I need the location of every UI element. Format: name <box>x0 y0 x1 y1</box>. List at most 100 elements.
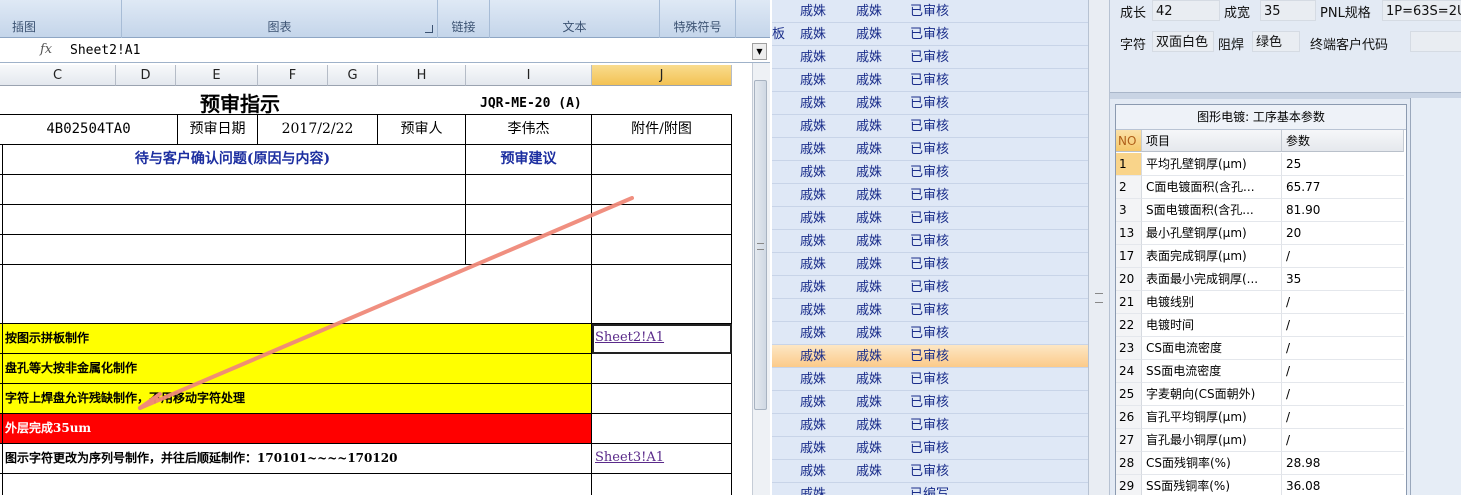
table-row[interactable]: 13 最小孔壁铜厚(μm) 20 <box>1116 222 1404 245</box>
zifu-field[interactable]: 双面白色 <box>1152 31 1214 52</box>
list-item[interactable]: 戚姝 戚姝 已审核 <box>772 207 1088 230</box>
list-item[interactable]: 戚姝 戚姝 已审核 <box>772 92 1088 115</box>
side-area <box>1410 98 1461 495</box>
list-cell: 戚姝 <box>856 372 883 387</box>
annotation-arrow[interactable] <box>0 86 752 495</box>
list-cell: 戚姝 <box>800 96 827 111</box>
list-cell: 戚姝 <box>856 303 883 318</box>
table-cell-no: 13 <box>1116 222 1142 245</box>
sheet-grid[interactable]: 预审指示 JQR-ME-20 (A) 4B02504TA0 预审日期 2017/… <box>0 86 752 495</box>
table-cell-no: 2 <box>1116 176 1142 199</box>
cheng-kuan-field[interactable]: 35 <box>1260 0 1316 21</box>
table-row[interactable]: 2 C面电镀面积(含孔... 65.77 <box>1116 176 1404 199</box>
table-cell-value: / <box>1282 360 1404 383</box>
list-cell: 戚姝 <box>800 372 827 387</box>
list-item[interactable]: 戚姝 戚姝 已审核 <box>772 345 1088 368</box>
cheng-chang-field[interactable]: 42 <box>1152 0 1220 21</box>
list-item[interactable]: 戚姝 戚姝 已审核 <box>772 437 1088 460</box>
table-cell-item: CS面电流密度 <box>1142 337 1282 360</box>
column-header-e[interactable]: E <box>176 65 258 86</box>
column-header-h[interactable]: H <box>378 65 466 86</box>
column-header-d[interactable]: D <box>116 65 176 86</box>
table-row[interactable]: 29 SS面残铜率(%) 36.08 <box>1116 475 1404 495</box>
list-item[interactable]: 戚姝 戚姝 已审核 <box>772 322 1088 345</box>
pnl-label: PNL规格 <box>1320 6 1371 21</box>
column-header-i[interactable]: I <box>466 65 592 86</box>
list-item[interactable]: 戚姝 戚姝 已审核 <box>772 184 1088 207</box>
formula-bar: fx Sheet2!A1 ▼ <box>0 40 770 63</box>
chevron-down-icon[interactable]: ▼ <box>752 43 767 60</box>
customer-code-field[interactable] <box>1410 31 1461 52</box>
list-cell: 已审核 <box>910 441 950 456</box>
list-item[interactable]: 戚姝 戚姝 已审核 <box>772 69 1088 92</box>
column-header-g[interactable]: G <box>328 65 378 86</box>
col-header-item[interactable]: 项目 <box>1142 130 1282 152</box>
table-row[interactable]: 25 字麦朝向(CS面朝外) / <box>1116 383 1404 406</box>
col-header-no[interactable]: NO <box>1116 130 1142 152</box>
table-row[interactable]: 1 平均孔壁铜厚(μm) 25 <box>1116 153 1404 176</box>
table-row[interactable]: 26 盲孔平均铜厚(μm) / <box>1116 406 1404 429</box>
ribbon-group-charts[interactable]: 图表 <box>122 0 438 38</box>
table-cell-no: 25 <box>1116 383 1142 406</box>
list-cell: 戚姝 <box>800 418 827 433</box>
table-row[interactable]: 22 电镀时间 / <box>1116 314 1404 337</box>
ribbon-group-symbols[interactable]: 特殊符号 <box>660 0 736 38</box>
list-cell: 戚姝 <box>800 234 827 249</box>
ribbon-group-links[interactable]: 链接 <box>438 0 490 38</box>
list-item[interactable]: 戚姝 戚姝 已审核 <box>772 368 1088 391</box>
table-cell-value: 35 <box>1282 268 1404 291</box>
list-item[interactable]: 戚姝 已编写 <box>772 483 1088 495</box>
list-item[interactable]: 戚姝 戚姝 已审核 <box>772 161 1088 184</box>
list-item[interactable]: 戚姝 戚姝 已审核 <box>772 23 1088 46</box>
table-cell-item: 表面最小完成铜厚(... <box>1142 268 1282 291</box>
list-item[interactable]: 戚姝 戚姝 已审核 <box>772 46 1088 69</box>
zuhan-label: 阻焊 <box>1218 38 1245 53</box>
list-cell: 已审核 <box>910 395 950 410</box>
params-table: 图形电镀: 工序基本参数 NO 项目 参数 1 平均孔壁铜厚(μm) 25 2 C面电镀… <box>1115 104 1407 495</box>
list-cell: 已编写 <box>910 487 950 495</box>
table-row[interactable]: 21 电镀线别 / <box>1116 291 1404 314</box>
pnl-field[interactable]: 1P=63S=2U <box>1382 0 1461 21</box>
list-item[interactable]: 戚姝 戚姝 已审核 <box>772 115 1088 138</box>
list-cell: 戚姝 <box>800 165 827 180</box>
list-item[interactable]: 戚姝 戚姝 已审核 <box>772 230 1088 253</box>
list-cell: 戚姝 <box>856 211 883 226</box>
table-row[interactable]: 23 CS面电流密度 / <box>1116 337 1404 360</box>
ribbon-group-text[interactable]: 文本 <box>490 0 660 38</box>
table-row[interactable]: 27 盲孔最小铜厚(μm) / <box>1116 429 1404 452</box>
dialog-launcher-icon[interactable] <box>425 25 433 33</box>
table-cell-item: 最小孔壁铜厚(μm) <box>1142 222 1282 245</box>
column-header-j[interactable]: J <box>592 65 732 86</box>
list-item[interactable]: 戚姝 戚姝 已审核 <box>772 414 1088 437</box>
list-item[interactable]: 戚姝 戚姝 已审核 <box>772 391 1088 414</box>
list-cell: 戚姝 <box>800 487 827 495</box>
column-header-c[interactable]: C <box>0 65 116 86</box>
list-item[interactable]: 戚姝 戚姝 已审核 <box>772 253 1088 276</box>
table-row[interactable]: 28 CS面残铜率(%) 28.98 <box>1116 452 1404 475</box>
list-item[interactable]: 戚姝 戚姝 已审核 <box>772 138 1088 161</box>
col-header-param[interactable]: 参数 <box>1282 130 1404 152</box>
table-row[interactable]: 3 S面电镀面积(含孔... 81.90 <box>1116 199 1404 222</box>
formula-input[interactable]: Sheet2!A1 <box>70 43 140 58</box>
list-item[interactable]: 戚姝 戚姝 已审核 <box>772 460 1088 483</box>
table-cell-item: SS面残铜率(%) <box>1142 475 1282 495</box>
column-header-f[interactable]: F <box>258 65 328 86</box>
table-cell-item: 电镀线别 <box>1142 291 1282 314</box>
table-cell-no: 27 <box>1116 429 1142 452</box>
table-row[interactable]: 20 表面最小完成铜厚(... 35 <box>1116 268 1404 291</box>
ribbon-group-label: 特殊符号 <box>673 20 722 34</box>
table-cell-no: 26 <box>1116 406 1142 429</box>
zuhan-field[interactable]: 绿色 <box>1252 31 1300 52</box>
table-row[interactable]: 24 SS面电流密度 / <box>1116 360 1404 383</box>
fx-icon[interactable]: fx <box>40 42 52 57</box>
list-item[interactable]: 戚姝 戚姝 已审核 <box>772 299 1088 322</box>
table-cell-item: 盲孔平均铜厚(μm) <box>1142 406 1282 429</box>
list-cell: 戚姝 <box>856 280 883 295</box>
table-row[interactable]: 17 表面完成铜厚(μm) / <box>1116 245 1404 268</box>
table-cell-no: 22 <box>1116 314 1142 337</box>
table-cell-item: 盲孔最小铜厚(μm) <box>1142 429 1282 452</box>
list-item[interactable]: 戚姝 戚姝 已审核 <box>772 276 1088 299</box>
list-item[interactable]: 戚姝 戚姝 已审核 <box>772 0 1088 23</box>
ribbon-group-illustrations[interactable]: 插图 <box>0 0 122 38</box>
splitter[interactable] <box>1088 0 1110 495</box>
